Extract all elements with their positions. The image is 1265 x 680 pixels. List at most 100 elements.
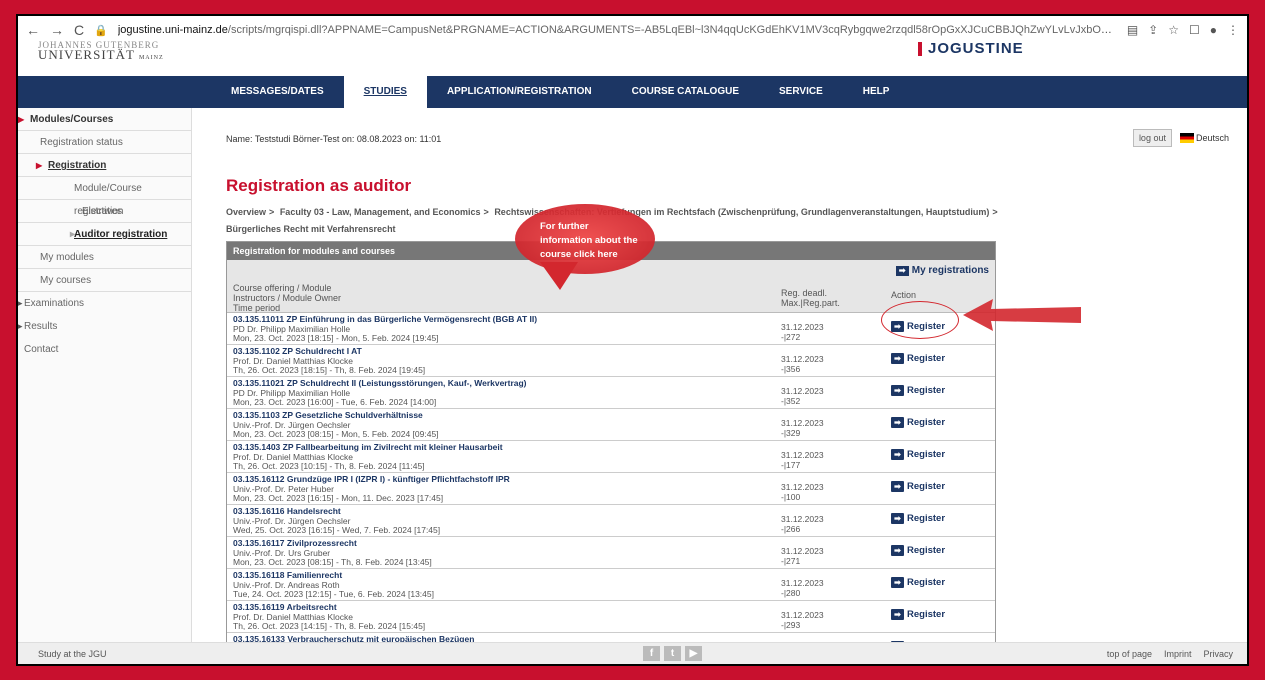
nav-messages[interactable]: MESSAGES/DATES bbox=[211, 76, 344, 108]
sidebar-item-module-course-registration[interactable]: Module/Course registration bbox=[18, 177, 191, 217]
breadcrumb-overview[interactable]: Overview bbox=[226, 207, 266, 217]
university-logo[interactable]: JOHANNES GUTENBERG UNIVERSITÄT MAINZ bbox=[38, 40, 164, 63]
nav-studies[interactable]: STUDIES bbox=[343, 76, 427, 108]
course-max-reg: -|266 bbox=[781, 524, 801, 534]
address-bar[interactable]: jogustine.uni-mainz.de/scripts/mgrqispi.… bbox=[118, 24, 1117, 36]
sidebar-item-my-modules[interactable]: My modules bbox=[18, 246, 191, 269]
course-period: Th, 26. Oct. 2023 [10:15] - Th, 8. Feb. … bbox=[233, 461, 425, 471]
register-button[interactable]: ➡Register bbox=[891, 353, 945, 364]
course-deadline: 31.12.2023 bbox=[781, 482, 824, 492]
footer-study-link[interactable]: Study at the JGU bbox=[18, 649, 1107, 659]
register-label: Register bbox=[907, 417, 946, 428]
arrow-right-icon: ➡ bbox=[891, 353, 904, 364]
sidebar-item-auditor-registration[interactable]: Auditor registration bbox=[18, 223, 191, 246]
logout-button[interactable]: log out bbox=[1132, 129, 1172, 147]
register-label: Register bbox=[907, 481, 946, 492]
course-max-reg: -|356 bbox=[781, 364, 801, 374]
sidebar: Modules/Courses Registration status Regi… bbox=[18, 108, 192, 648]
col-max-reg: Max.|Reg.part. bbox=[781, 298, 840, 308]
sidebar-item-registration-status[interactable]: Registration status bbox=[18, 131, 191, 154]
sidebar-item-contact[interactable]: Contact bbox=[18, 338, 191, 361]
table-row: 03.135.11011 ZP Einführung in das Bürger… bbox=[227, 313, 995, 345]
nav-help[interactable]: HELP bbox=[843, 76, 910, 108]
arrow-right-icon: ➡ bbox=[891, 417, 904, 428]
register-label: Register bbox=[907, 609, 946, 620]
course-deadline: 31.12.2023 bbox=[781, 546, 824, 556]
back-icon[interactable]: ← bbox=[26, 22, 40, 38]
registration-table: Registration for modules and courses ➡ My… bbox=[226, 241, 996, 664]
breadcrumb-faculty[interactable]: Faculty 03 - Law, Management, and Econom… bbox=[280, 207, 481, 217]
table-body: 03.135.11011 ZP Einführung in das Bürger… bbox=[227, 313, 995, 664]
course-period: Th, 26. Oct. 2023 [14:15] - Th, 8. Feb. … bbox=[233, 621, 426, 631]
star-icon[interactable]: ☆ bbox=[1168, 23, 1179, 37]
table-row: 03.135.16116 Handelsrecht Univ.-Prof. Dr.… bbox=[227, 505, 995, 537]
register-button[interactable]: ➡Register bbox=[891, 385, 945, 396]
forward-icon[interactable]: → bbox=[50, 22, 64, 38]
register-button[interactable]: ➡Register bbox=[891, 513, 945, 524]
register-button[interactable]: ➡Register bbox=[891, 417, 945, 428]
sidebar-item-registration[interactable]: Registration bbox=[18, 154, 191, 177]
col-time-period: Time period bbox=[233, 303, 281, 313]
main-content: Name: Teststudi Börner-Test on: 08.08.20… bbox=[192, 108, 1247, 664]
top-of-page-link[interactable]: top of page bbox=[1107, 649, 1152, 659]
user-info-line: Name: Teststudi Börner-Test on: 08.08.20… bbox=[226, 134, 442, 144]
site-header: JOHANNES GUTENBERG UNIVERSITÄT MAINZ JOG… bbox=[18, 40, 1247, 76]
nav-course-catalogue[interactable]: COURSE CATALOGUE bbox=[612, 76, 759, 108]
sidebar-item-examinations[interactable]: Examinations bbox=[18, 292, 191, 315]
sidebar-item-my-courses[interactable]: My courses bbox=[18, 269, 191, 292]
german-flag-icon bbox=[1179, 133, 1194, 144]
sidebar-item-electives[interactable]: Electives bbox=[18, 200, 191, 223]
profile-icon[interactable]: ● bbox=[1210, 23, 1217, 37]
col-instructors: Instructors / Module Owner bbox=[233, 293, 342, 303]
register-label: Register bbox=[907, 545, 946, 556]
col-reg-deadline: Reg. deadl. bbox=[781, 288, 828, 298]
browser-toolbar: ← → C 🔒 jogustine.uni-mainz.de/scripts/m… bbox=[18, 16, 1247, 44]
course-deadline: 31.12.2023 bbox=[781, 514, 824, 524]
course-deadline: 31.12.2023 bbox=[781, 578, 824, 588]
table-row: 03.135.11021 ZP Schuldrecht II (Leistung… bbox=[227, 377, 995, 409]
my-registrations-label: My registrations bbox=[911, 264, 989, 276]
register-button[interactable]: ➡Register bbox=[891, 481, 945, 492]
sidepanel-icon[interactable]: ☐ bbox=[1189, 23, 1200, 37]
youtube-icon[interactable]: ▶ bbox=[685, 646, 702, 661]
sidebar-item-results[interactable]: Results bbox=[18, 315, 191, 338]
register-button[interactable]: ➡Register bbox=[891, 449, 945, 460]
register-label: Register bbox=[907, 385, 946, 396]
col-course-offering: Course offering / Module bbox=[233, 283, 332, 293]
my-registrations-button[interactable]: ➡ My registrations bbox=[895, 264, 989, 276]
jogustine-logo[interactable]: JOGUSTINE bbox=[918, 40, 1024, 57]
register-button[interactable]: ➡Register bbox=[891, 609, 945, 620]
course-period: Mon, 23. Oct. 2023 [16:00] - Tue, 6. Feb… bbox=[233, 397, 437, 407]
imprint-link[interactable]: Imprint bbox=[1164, 649, 1192, 659]
arrow-right-icon: ➡ bbox=[891, 513, 904, 524]
breadcrumb-current: Bürgerliches Recht mit Verfahrensrecht bbox=[226, 224, 396, 234]
nav-service[interactable]: SERVICE bbox=[759, 76, 843, 108]
register-label: Register bbox=[907, 449, 946, 460]
annotation-circle bbox=[881, 301, 959, 339]
register-label: Register bbox=[907, 353, 946, 364]
table-row: 03.135.1403 ZP Fallbearbeitung im Zivilr… bbox=[227, 441, 995, 473]
privacy-link[interactable]: Privacy bbox=[1203, 649, 1233, 659]
course-period: Mon, 23. Oct. 2023 [18:15] - Mon, 5. Feb… bbox=[233, 333, 439, 343]
register-label: Register bbox=[907, 577, 946, 588]
lock-icon: 🔒 bbox=[94, 24, 108, 37]
register-button[interactable]: ➡Register bbox=[891, 577, 945, 588]
facebook-icon[interactable]: f bbox=[643, 646, 660, 661]
table-row: 03.135.1103 ZP Gesetzliche Schuldverhält… bbox=[227, 409, 995, 441]
reload-icon[interactable]: C bbox=[74, 22, 84, 38]
arrow-right-icon: ➡ bbox=[891, 385, 904, 396]
twitter-icon[interactable]: t bbox=[664, 646, 681, 661]
language-switch[interactable]: Deutsch bbox=[1179, 133, 1229, 144]
menu-icon[interactable]: ⋮ bbox=[1227, 23, 1239, 37]
nav-application[interactable]: APPLICATION/REGISTRATION bbox=[427, 76, 612, 108]
share-icon[interactable]: ⇪ bbox=[1148, 23, 1158, 37]
arrow-right-icon: ➡ bbox=[891, 449, 904, 460]
table-column-header: Course offering / Module Instructors / M… bbox=[227, 280, 995, 313]
course-period: Mon, 23. Oct. 2023 [16:15] - Mon, 11. De… bbox=[233, 493, 444, 503]
sidebar-item-modules-courses[interactable]: Modules/Courses bbox=[18, 108, 191, 131]
page-title: Registration as auditor bbox=[226, 176, 412, 195]
logo-line2-small: MAINZ bbox=[138, 55, 164, 61]
course-max-reg: -|280 bbox=[781, 588, 801, 598]
register-button[interactable]: ➡Register bbox=[891, 545, 945, 556]
translate-icon[interactable]: ▤ bbox=[1127, 23, 1138, 37]
